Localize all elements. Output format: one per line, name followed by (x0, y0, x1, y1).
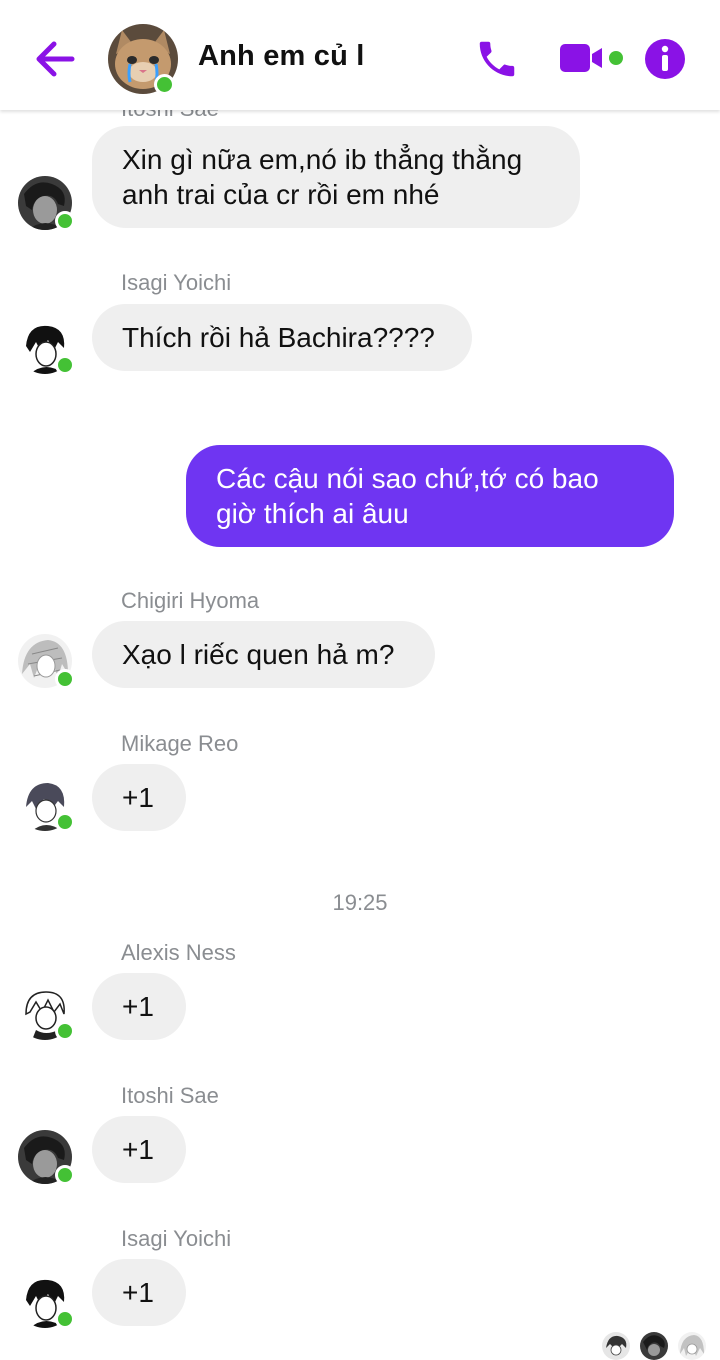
message-text-line: Xin gì nữa em,nó ib thẳng thằng (122, 144, 523, 175)
sender-name: Isagi Yoichi (121, 270, 232, 295)
message-list[interactable]: Itoshi Sae Xin gì nữa em,nó ib thẳng thằ… (0, 0, 720, 1360)
sender-name: Itoshi Sae (121, 1083, 219, 1108)
online-status-dot (55, 1309, 75, 1329)
online-status-dot (55, 355, 75, 375)
message-text-line: +1 (122, 782, 154, 813)
group-avatar[interactable] (108, 24, 178, 95)
video-camera-icon (560, 44, 623, 72)
online-status-dot (55, 1165, 75, 1185)
message-bubble[interactable]: +1 (92, 764, 186, 831)
timestamp-divider: 19:25 (332, 890, 388, 915)
avatar-isagi-yoichi[interactable] (18, 320, 75, 375)
message-bubble[interactable]: Xạo l riếc quen hả m? (92, 621, 435, 688)
message-text-line: Các cậu nói sao chứ,tớ có bao (216, 463, 599, 494)
message-text-line: +1 (122, 1134, 154, 1165)
message-text-line: +1 (122, 991, 154, 1022)
sender-name: Isagi Yoichi (121, 1226, 232, 1251)
voice-call-button[interactable] (474, 36, 520, 82)
message-text-line: Thích rồi hả Bachira???? (122, 322, 435, 353)
message-text-line: giờ thích ai âuu (216, 498, 409, 529)
my-message-bubble[interactable]: Các cậu nói sao chứ,tớ có bao giờ thích … (186, 445, 674, 547)
online-status-dot (55, 812, 75, 832)
info-button[interactable] (644, 38, 686, 80)
message-bubble[interactable]: Xin gì nữa em,nó ib thẳng thằng anh trai… (92, 126, 580, 228)
info-icon (645, 39, 685, 79)
avatar-chigiri-hyoma[interactable] (18, 634, 75, 689)
avatar-mikage-reo[interactable] (18, 777, 75, 832)
avatar-itoshi-sae[interactable] (18, 1130, 75, 1185)
online-status-dot (154, 74, 175, 95)
avatar-isagi-yoichi[interactable] (18, 1274, 75, 1329)
sender-name: Mikage Reo (121, 731, 239, 756)
message-text-line: Xạo l riếc quen hả m? (122, 639, 395, 670)
chat-header: Anh em củ l (0, 0, 720, 110)
back-arrow-icon (36, 41, 75, 77)
seen-avatar (640, 1332, 668, 1360)
chat-title[interactable]: Anh em củ l (198, 40, 365, 73)
seen-avatar (602, 1332, 630, 1360)
message-bubble[interactable]: +1 (92, 973, 186, 1040)
message-bubble[interactable]: Thích rồi hả Bachira???? (92, 304, 472, 371)
online-status-dot (55, 669, 75, 689)
seen-by-row (602, 1330, 712, 1360)
online-status-dot (55, 211, 75, 231)
sender-name: Alexis Ness (121, 940, 236, 965)
message-bubble[interactable]: +1 (92, 1116, 186, 1183)
avatar-alexis-ness[interactable] (18, 986, 75, 1041)
avatar-itoshi-sae[interactable] (18, 176, 75, 231)
online-status-dot (55, 1021, 75, 1041)
seen-avatar (678, 1332, 706, 1360)
back-button[interactable] (30, 36, 80, 82)
sender-name: Chigiri Hyoma (121, 588, 260, 613)
video-call-button[interactable] (558, 40, 628, 80)
phone-icon (479, 41, 515, 77)
message-bubble[interactable]: +1 (92, 1259, 186, 1326)
message-text-line: anh trai của cr rồi em nhé (122, 179, 440, 210)
message-text-line: +1 (122, 1277, 154, 1308)
